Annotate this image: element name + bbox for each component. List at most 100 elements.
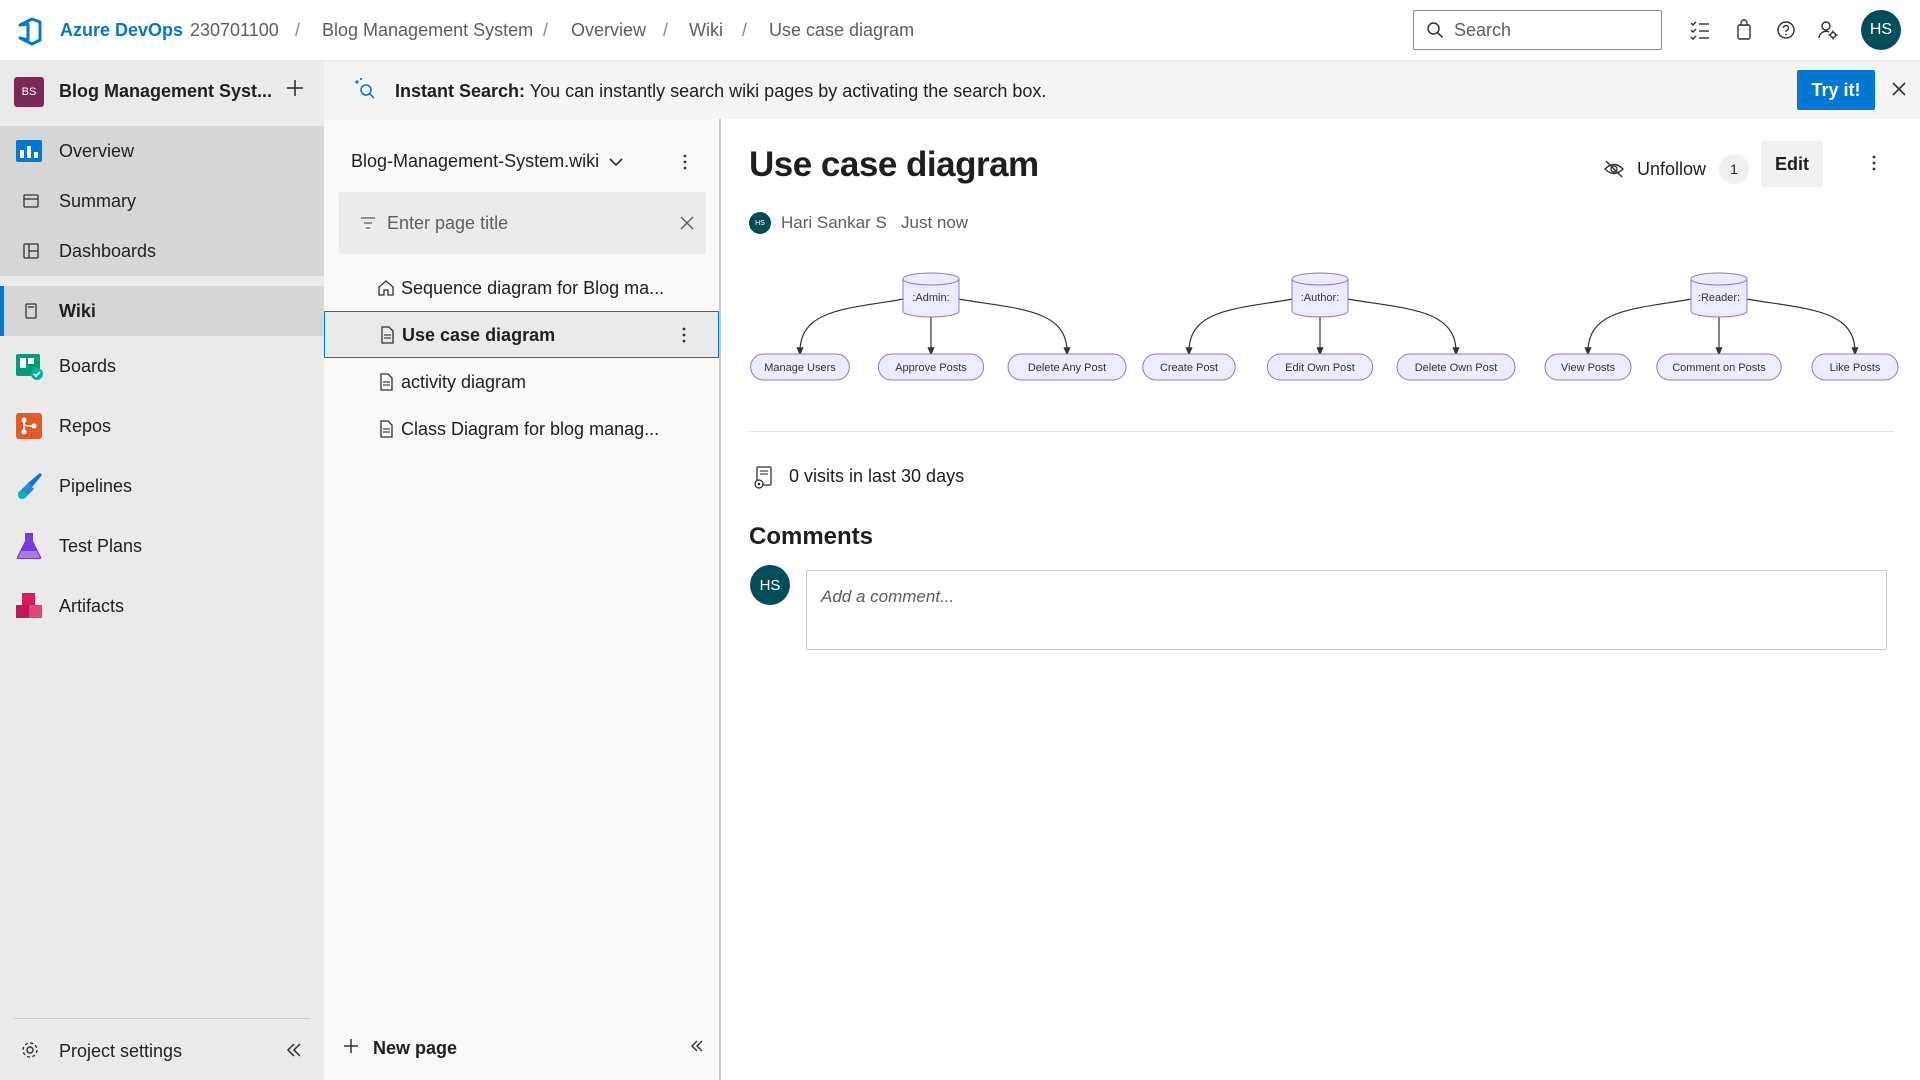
collapse-sidebar-icon[interactable] xyxy=(284,1040,304,1060)
tree-item-label: activity diagram xyxy=(401,372,527,392)
project-settings[interactable]: Project settings xyxy=(0,1026,324,1076)
sidebar-item-label: Repos xyxy=(59,415,112,436)
sidebar-item-artifacts[interactable]: Artifacts xyxy=(0,581,324,631)
banner-message: Instant Search: You can instantly search… xyxy=(395,81,1046,102)
breadcrumb-org[interactable]: 230701100 xyxy=(190,20,279,41)
clear-icon[interactable] xyxy=(678,214,696,232)
gear-icon xyxy=(22,1042,38,1058)
new-page-button[interactable]: New page xyxy=(373,1038,457,1059)
sidebar-item-boards[interactable]: Boards xyxy=(0,341,324,391)
project-settings-label: Project settings xyxy=(59,1041,183,1061)
filter-icon xyxy=(361,217,375,229)
overview-icon xyxy=(14,136,44,166)
try-it-button[interactable]: Try it! xyxy=(1797,70,1875,110)
instant-search-banner: Instant Search: You can instantly search… xyxy=(324,61,1920,119)
test-plans-icon xyxy=(14,531,44,561)
diagram-edge xyxy=(1745,298,1859,356)
summary-icon xyxy=(20,190,42,212)
page-title: Use case diagram xyxy=(749,145,1039,184)
left-navigation: BS Blog Management Syst... Overview Summ… xyxy=(0,61,324,1080)
diagram-use-case-label: Create Post xyxy=(1160,362,1218,374)
tree-item-use-case-diagram[interactable]: Use case diagram xyxy=(324,311,719,358)
chevron-down-icon[interactable] xyxy=(607,153,625,171)
sidebar-item-summary[interactable]: Summary xyxy=(0,176,324,226)
diagram-actor-top xyxy=(1291,272,1349,286)
breadcrumb-separator: / xyxy=(663,20,669,40)
project-name[interactable]: Blog Management Syst... xyxy=(59,81,272,102)
wiki-selector[interactable]: Blog-Management-System.wiki xyxy=(351,151,599,172)
breadcrumb-current-page[interactable]: Use case diagram xyxy=(769,20,914,41)
avatar: HS xyxy=(750,565,790,605)
wiki-page-content: Use case diagram Unfollow 1 Edit HS Hari… xyxy=(723,119,1920,1080)
page-title-filter-input[interactable] xyxy=(387,210,657,236)
diagram-use-case-label: Like Posts xyxy=(1830,362,1881,374)
repos-icon xyxy=(14,411,44,441)
work-items-icon[interactable] xyxy=(1688,18,1712,42)
unfollow-label: Unfollow xyxy=(1637,158,1707,179)
project-avatar: BS xyxy=(14,77,44,107)
page-visits-count: 0 visits in last 30 days xyxy=(789,466,965,486)
diagram-actor-top xyxy=(902,272,960,286)
user-avatar[interactable]: HS xyxy=(1861,10,1901,50)
diagram-edge xyxy=(1584,298,1693,356)
comment-box[interactable] xyxy=(806,570,1887,650)
edit-button[interactable]: Edit xyxy=(1761,141,1823,187)
new-page-bar: New page xyxy=(324,1016,719,1080)
page-filter[interactable] xyxy=(339,192,706,254)
tree-item-label: Class Diagram for blog manag... xyxy=(401,419,660,439)
breadcrumb-overview[interactable]: Overview xyxy=(571,20,646,41)
marketplace-bag-icon[interactable] xyxy=(1732,18,1756,42)
use-case-diagram: :Admin: Manage Users Approve Posts Delete A… xyxy=(750,272,1899,381)
top-bar: Azure DevOps 230701100 / Blog Management… xyxy=(0,0,1920,61)
global-search[interactable] xyxy=(1413,10,1662,50)
follower-count-badge: 1 xyxy=(1719,154,1749,184)
more-options-icon[interactable] xyxy=(676,152,694,172)
page-icon xyxy=(380,420,393,438)
unfollow-button[interactable]: Unfollow xyxy=(1603,149,1706,189)
plus-icon xyxy=(344,1039,358,1053)
sidebar-item-label: Boards xyxy=(59,355,117,376)
eye-off-icon xyxy=(1604,160,1624,178)
collapse-tree-icon[interactable] xyxy=(687,1036,707,1056)
more-options-icon[interactable] xyxy=(675,325,693,345)
divider xyxy=(14,1018,310,1019)
tree-item-label: Sequence diagram for Blog ma... xyxy=(401,278,665,298)
sidebar-item-dashboards[interactable]: Dashboards xyxy=(0,226,324,276)
tree-item-class-diagram[interactable]: Class Diagram for blog manag... xyxy=(324,406,719,453)
sidebar-item-repos[interactable]: Repos xyxy=(0,401,324,451)
divider xyxy=(749,431,1894,432)
banner-body: You can instantly search wiki pages by a… xyxy=(525,81,1047,101)
azure-devops-logo-icon[interactable] xyxy=(16,16,46,46)
author-name[interactable]: Hari Sankar S xyxy=(781,213,887,233)
sidebar-item-overview[interactable]: Overview xyxy=(0,126,324,176)
breadcrumb-project[interactable]: Blog Management System xyxy=(322,20,533,41)
project-header: BS Blog Management Syst... xyxy=(0,61,324,125)
sidebar-item-wiki[interactable]: Wiki xyxy=(0,286,324,336)
sidebar-item-test-plans[interactable]: Test Plans xyxy=(0,521,324,571)
breadcrumb-separator: / xyxy=(543,20,549,40)
diagram-use-case-label: Delete Any Post xyxy=(1028,362,1106,374)
wiki-tree-pane: Blog-Management-System.wiki Sequence dia… xyxy=(324,119,721,1080)
more-options-icon[interactable] xyxy=(1865,153,1883,173)
breadcrumb-wiki[interactable]: Wiki xyxy=(689,20,723,41)
brand-link[interactable]: Azure DevOps xyxy=(60,20,183,41)
diagram-use-case-label: Manage Users xyxy=(764,362,836,374)
user-settings-icon[interactable] xyxy=(1816,18,1840,42)
search-icon xyxy=(1427,22,1444,39)
tree-item-activity-diagram[interactable]: activity diagram xyxy=(324,359,719,406)
tree-item-sequence-diagram[interactable]: Sequence diagram for Blog ma... xyxy=(324,265,719,312)
last-edited-time: Just now xyxy=(901,213,969,232)
help-icon[interactable] xyxy=(1774,18,1798,42)
breadcrumb-separator: / xyxy=(295,20,301,40)
comments-heading: Comments xyxy=(749,523,874,550)
comment-input[interactable] xyxy=(807,571,1886,649)
close-icon[interactable] xyxy=(1889,79,1909,99)
search-input[interactable] xyxy=(1454,19,1654,41)
add-icon[interactable] xyxy=(284,77,306,99)
breadcrumb-separator: / xyxy=(742,20,748,40)
sidebar-item-label: Artifacts xyxy=(59,595,125,616)
home-icon xyxy=(378,280,394,296)
diagram-actor-label: :Admin: xyxy=(912,292,949,304)
diagram-use-case-label: Comment on Posts xyxy=(1672,362,1766,374)
sidebar-item-pipelines[interactable]: Pipelines xyxy=(0,461,324,511)
